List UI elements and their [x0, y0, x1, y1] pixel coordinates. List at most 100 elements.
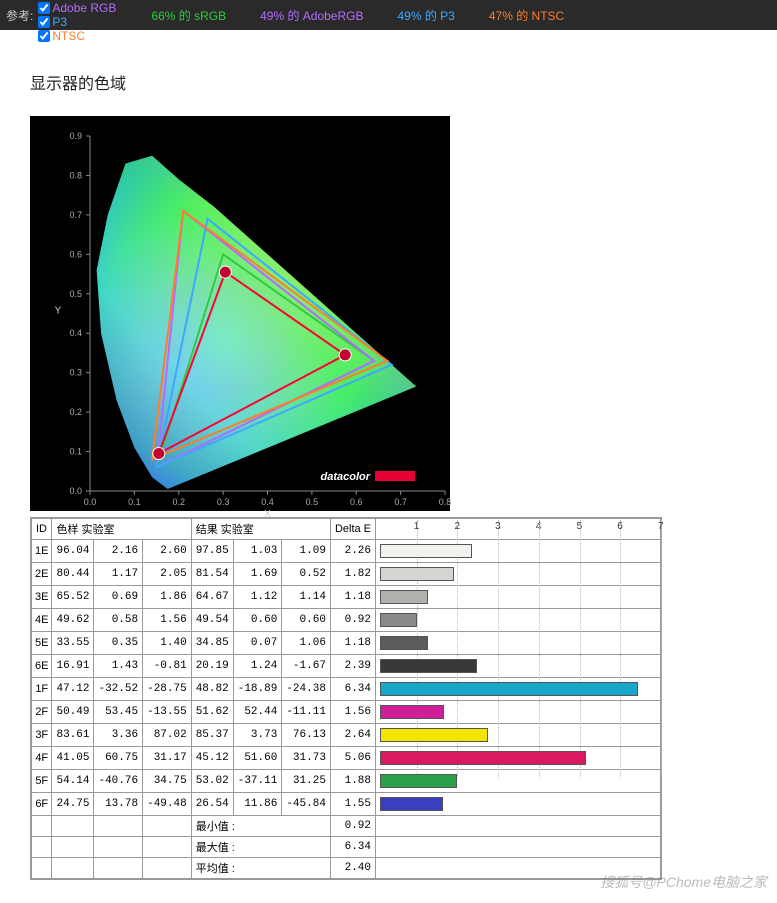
cell-result: 31.73: [282, 747, 331, 770]
ref-checkbox-input[interactable]: [38, 16, 50, 28]
reference-bar: 参考: sRGBAdobe RGBP3NTSC 66% 的 sRGB49% 的 …: [0, 0, 777, 30]
svg-text:datacolor: datacolor: [320, 471, 370, 483]
cell-result: -11.11: [282, 701, 331, 724]
cell-sample: 83.61: [52, 724, 94, 747]
cell-delta: 1.56: [330, 701, 375, 724]
cell-delta: 2.39: [330, 655, 375, 678]
cell-result: 1.06: [282, 632, 331, 655]
cell-sample: -28.75: [143, 678, 192, 701]
cell-sample: 65.52: [52, 586, 94, 609]
cell-sample: 0.69: [94, 586, 143, 609]
ref-checkbox-input[interactable]: [38, 30, 50, 42]
cell-bar: [376, 609, 661, 632]
cell-result: -45.84: [282, 793, 331, 816]
summary-row: 平均值 :2.40: [32, 858, 661, 879]
cell-sample: 1.86: [143, 586, 192, 609]
cell-sample: -32.52: [94, 678, 143, 701]
table-row: 2E80.441.172.0581.541.690.521.82: [32, 563, 661, 586]
cell-bar: [376, 540, 661, 563]
cell-id: 1E: [32, 540, 52, 563]
summary-row: 最大值 :6.34: [32, 837, 661, 858]
ref-checkbox-p3[interactable]: P3: [38, 15, 116, 29]
svg-text:0.7: 0.7: [69, 210, 82, 220]
cell-delta: 2.26: [330, 540, 375, 563]
svg-text:0.2: 0.2: [69, 407, 82, 417]
cell-result: 1.09: [282, 540, 331, 563]
cell-sample: 50.49: [52, 701, 94, 724]
gamut-chart: 0.00.10.20.30.40.50.60.70.80.00.10.20.30…: [30, 116, 450, 511]
table-row: 2F50.4953.45-13.5551.6252.44-11.111.56: [32, 701, 661, 724]
cell-sample: 3.36: [94, 724, 143, 747]
cell-sample: 34.75: [143, 770, 192, 793]
cell-delta: 1.18: [330, 586, 375, 609]
cell-result: 11.86: [233, 793, 282, 816]
th-result: 结果 实验室: [191, 519, 330, 540]
ref-checkbox-input[interactable]: [38, 2, 50, 14]
svg-text:0.0: 0.0: [69, 486, 82, 496]
cell-delta: 5.06: [330, 747, 375, 770]
svg-text:0.4: 0.4: [69, 328, 82, 338]
cell-result: 1.24: [233, 655, 282, 678]
ref-checkbox-ntsc[interactable]: NTSC: [38, 29, 116, 43]
cell-result: 81.54: [191, 563, 233, 586]
cell-result: 51.60: [233, 747, 282, 770]
cell-sample: 13.78: [94, 793, 143, 816]
cell-bar: [376, 586, 661, 609]
cell-sample: 80.44: [52, 563, 94, 586]
cell-result: 48.82: [191, 678, 233, 701]
cell-sample: 54.14: [52, 770, 94, 793]
gamut-percent: 49% 的 AdobeRGB: [260, 7, 363, 24]
cell-result: 0.60: [233, 609, 282, 632]
cell-id: 2F: [32, 701, 52, 724]
cell-delta: 6.34: [330, 678, 375, 701]
cell-result: 1.14: [282, 586, 331, 609]
svg-text:X: X: [264, 509, 271, 520]
summary-value: 2.40: [330, 858, 375, 879]
cell-result: 20.19: [191, 655, 233, 678]
ref-checkbox-adobe-rgb[interactable]: Adobe RGB: [38, 1, 116, 15]
cell-delta: 1.82: [330, 563, 375, 586]
cell-delta: 1.88: [330, 770, 375, 793]
summary-value: 6.34: [330, 837, 375, 858]
cell-sample: 31.17: [143, 747, 192, 770]
cell-result: -1.67: [282, 655, 331, 678]
cell-sample: 1.56: [143, 609, 192, 632]
cell-bar: [376, 701, 661, 724]
cell-bar: [376, 793, 661, 816]
cell-delta: 0.92: [330, 609, 375, 632]
cell-result: 45.12: [191, 747, 233, 770]
ref-checkbox-label: NTSC: [52, 29, 85, 43]
page-title: 显示器的色域: [30, 70, 747, 94]
svg-text:0.0: 0.0: [84, 497, 97, 507]
reference-label: 参考:: [6, 7, 33, 24]
page-content: 显示器的色域 0.00.10.20.30.40.50.60.70.80.00.1…: [0, 30, 777, 903]
svg-text:0.5: 0.5: [69, 289, 82, 299]
svg-text:0.8: 0.8: [439, 497, 452, 507]
svg-text:0.8: 0.8: [69, 170, 82, 180]
cell-id: 5F: [32, 770, 52, 793]
cell-sample: 96.04: [52, 540, 94, 563]
summary-label: 平均值 :: [191, 858, 330, 879]
summary-label: 最小值 :: [191, 816, 330, 837]
cell-sample: 2.05: [143, 563, 192, 586]
cell-result: 64.67: [191, 586, 233, 609]
summary-row: 最小值 :0.92: [32, 816, 661, 837]
cell-sample: 1.17: [94, 563, 143, 586]
cell-sample: 0.58: [94, 609, 143, 632]
svg-text:0.4: 0.4: [261, 497, 274, 507]
gamut-percent: 47% 的 NTSC: [489, 7, 564, 24]
svg-text:0.3: 0.3: [217, 497, 230, 507]
cell-result: 53.02: [191, 770, 233, 793]
cell-bar: [376, 724, 661, 747]
th-sample: 色样 实验室: [52, 519, 191, 540]
table-row: 6F24.7513.78-49.4826.5411.86-45.841.55: [32, 793, 661, 816]
cell-result: 31.25: [282, 770, 331, 793]
cell-sample: 60.75: [94, 747, 143, 770]
cell-result: -18.89: [233, 678, 282, 701]
cell-result: 51.62: [191, 701, 233, 724]
cell-sample: 1.43: [94, 655, 143, 678]
th-bar-scale: 1234567: [376, 519, 661, 540]
deltae-table: ID色样 实验室结果 实验室Delta E12345671E96.042.162…: [31, 518, 661, 879]
summary-value: 0.92: [330, 816, 375, 837]
ref-checkbox-label: Adobe RGB: [52, 1, 116, 15]
